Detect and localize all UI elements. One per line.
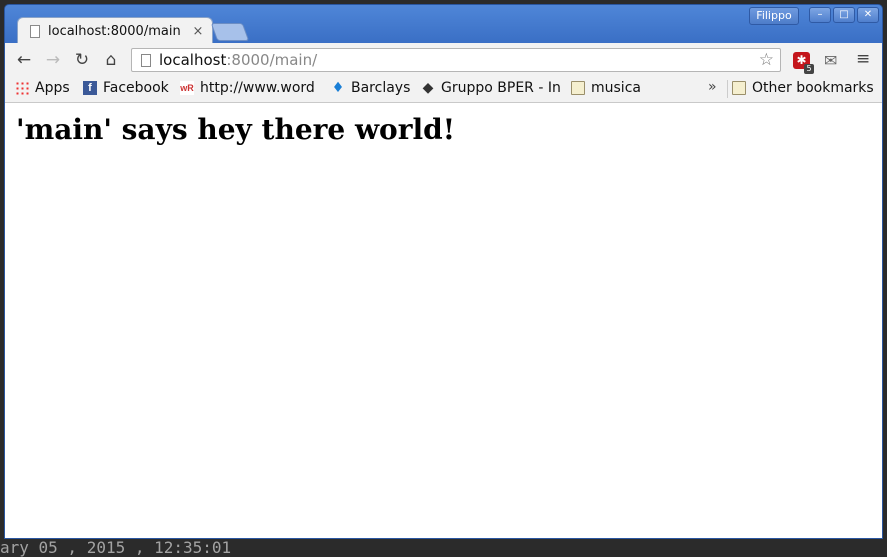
menu-icon[interactable]: ≡ [856, 49, 870, 69]
bookmark-facebook[interactable]: f Facebook [83, 80, 169, 96]
bookmark-label: Other bookmarks [752, 80, 874, 96]
bper-diamond-icon: ◆ [422, 80, 434, 96]
minimize-button[interactable]: – [809, 7, 831, 23]
tab-close-icon[interactable]: × [190, 24, 206, 39]
bookmark-label: Gruppo BPER - Int [441, 80, 561, 96]
folder-icon [571, 81, 585, 95]
apps-grid-icon [15, 81, 29, 95]
home-icon[interactable]: ⌂ [100, 49, 122, 71]
page-icon [141, 53, 151, 67]
bookmarks-overflow-icon[interactable]: » [708, 79, 717, 95]
wordreference-icon: wR [180, 81, 194, 95]
bookmark-label: musica [591, 80, 641, 96]
bookmark-label: Facebook [103, 80, 169, 96]
bookmark-label: Barclays [351, 80, 411, 96]
bookmark-wordreference[interactable]: wR http://www.word [180, 80, 320, 96]
url-path: :8000/main/ [226, 51, 318, 69]
folder-icon [732, 81, 746, 95]
bookmarks-bar: Apps f Facebook wR http://www.word ♦ Bar… [5, 76, 882, 103]
maximize-button[interactable]: □ [833, 7, 855, 23]
profile-button[interactable]: Filippo [749, 7, 799, 25]
reload-icon[interactable]: ↻ [71, 49, 93, 71]
new-tab-button[interactable] [210, 23, 250, 41]
extension-badge: 5 [804, 64, 814, 74]
bookmark-apps[interactable]: Apps [15, 80, 70, 96]
navigation-toolbar: ← → ↻ ⌂ localhost:8000/main/ ☆ ✱ 5 ✉ ≡ [5, 43, 882, 76]
bookmark-label: Apps [35, 80, 70, 96]
bookmark-bper[interactable]: ◆ Gruppo BPER - Int [421, 80, 561, 96]
tab-active[interactable]: localhost:8000/main × [17, 17, 213, 44]
bookmark-folder-musica[interactable]: musica [571, 80, 641, 96]
mail-icon[interactable]: ✉ [824, 51, 837, 70]
facebook-icon: f [83, 81, 97, 95]
other-bookmarks[interactable]: Other bookmarks [732, 80, 874, 96]
divider [727, 80, 728, 98]
page-icon [30, 24, 40, 38]
close-window-button[interactable]: ✕ [857, 7, 879, 23]
address-bar[interactable]: localhost:8000/main/ ☆ [131, 48, 781, 72]
title-bar: localhost:8000/main × Filippo – □ ✕ [5, 5, 882, 44]
bookmark-star-icon[interactable]: ☆ [759, 50, 774, 70]
forward-icon[interactable]: → [42, 49, 64, 71]
back-icon[interactable]: ← [13, 49, 35, 71]
bookmark-barclays[interactable]: ♦ Barclays [331, 80, 411, 96]
browser-window: localhost:8000/main × Filippo – □ ✕ ← → … [4, 4, 883, 539]
tab-title: localhost:8000/main [48, 23, 181, 39]
url-host: localhost [159, 51, 227, 69]
barclays-eagle-icon: ♦ [331, 80, 345, 96]
page-heading: 'main' says hey there world! [16, 113, 455, 146]
desktop-bottom-text: ary 05 , 2015 , 12:35:01 [0, 538, 232, 557]
bookmark-label: http://www.word [200, 80, 315, 96]
page-content: 'main' says hey there world! [5, 103, 882, 538]
